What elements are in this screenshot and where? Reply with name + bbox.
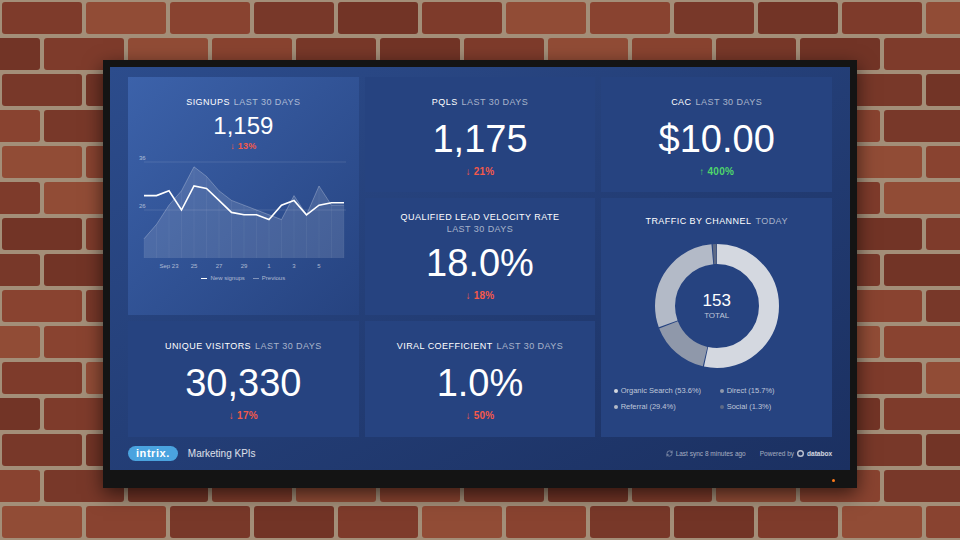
databox-icon xyxy=(797,450,804,457)
signups-chart: 36 26 Sep 23 25 27 29 1 3 5 xyxy=(136,154,350,272)
dashboard-title: Marketing KPIs xyxy=(188,446,256,461)
powered-by: Powered bydatabox xyxy=(760,449,832,459)
card-title: QUALIFIED LEAD VELOCITY RATELAST 30 DAYS xyxy=(401,211,560,235)
svg-text:Sep 23: Sep 23 xyxy=(160,263,180,269)
card-title: CACLAST 30 DAYS xyxy=(671,96,762,108)
kpi-value: 30,330 xyxy=(185,364,301,402)
scene: SIGNUPSLAST 30 DAYS 1,159 ↓ 13% 36 26 Sep 23 2… xyxy=(0,0,960,540)
card-title: SIGNUPSLAST 30 DAYS xyxy=(186,96,300,108)
trend: ↑ 400% xyxy=(699,167,734,177)
signups-value: 1,159 xyxy=(213,114,273,138)
trend: ↓ 17% xyxy=(229,411,258,421)
kpi-card[interactable]: QUALIFIED LEAD VELOCITY RATELAST 30 DAYS… xyxy=(365,198,596,315)
svg-text:36: 36 xyxy=(139,155,146,161)
card-title: TRAFFIC BY CHANNELTODAY xyxy=(645,215,787,227)
svg-text:25: 25 xyxy=(191,263,198,269)
signups-card[interactable]: SIGNUPSLAST 30 DAYS 1,159 ↓ 13% 36 26 Sep 23 2… xyxy=(128,77,359,315)
kpi-card[interactable]: VIRAL COEFFICIENTLAST 30 DAYS 1.0% ↓ 50% xyxy=(365,321,596,437)
traffic-legend: Organic Search (53.6%) Direct (15.7%) Refe… xyxy=(614,385,820,413)
power-light xyxy=(832,479,835,482)
card-title: PQLSLAST 30 DAYS xyxy=(432,96,528,108)
svg-text:5: 5 xyxy=(318,263,322,269)
tv-frame: SIGNUPSLAST 30 DAYS 1,159 ↓ 13% 36 26 Sep 23 2… xyxy=(103,60,857,488)
kpi-value: 1.0% xyxy=(437,364,524,402)
dashboard-screen: SIGNUPSLAST 30 DAYS 1,159 ↓ 13% 36 26 Sep 23 2… xyxy=(110,67,850,470)
dashboard-footer: intrix. Marketing KPIs Last sync 8 minutes… xyxy=(128,437,832,470)
card-title: VIRAL COEFFICIENTLAST 30 DAYS xyxy=(397,340,563,352)
sync-icon xyxy=(666,450,673,457)
svg-text:3: 3 xyxy=(293,263,297,269)
card-title: UNIQUE VISITORSLAST 30 DAYS xyxy=(165,340,322,352)
svg-text:27: 27 xyxy=(216,263,223,269)
legend-item: Organic Search (53.6%) xyxy=(614,385,714,396)
traffic-card[interactable]: TRAFFIC BY CHANNELTODAY153TOTALOrganic S… xyxy=(601,198,832,437)
trend: ↓ 18% xyxy=(465,291,494,301)
kpi-card[interactable]: UNIQUE VISITORSLAST 30 DAYS 30,330 ↓ 17% xyxy=(128,321,359,437)
svg-text:1: 1 xyxy=(268,263,272,269)
kpi-value: 18.0% xyxy=(426,244,534,282)
intrix-logo: intrix. xyxy=(128,446,178,461)
trend: ↓ 50% xyxy=(465,411,494,421)
kpi-card[interactable]: PQLSLAST 30 DAYS 1,175 ↓ 21% xyxy=(365,77,596,192)
legend-item: Referral (29.4%) xyxy=(614,401,714,412)
svg-text:29: 29 xyxy=(241,263,248,269)
legend-item: Social (1.3%) xyxy=(720,401,820,412)
kpi-card[interactable]: CACLAST 30 DAYS $10.00 ↑ 400% xyxy=(601,77,832,192)
svg-text:26: 26 xyxy=(139,203,146,209)
trend: ↓ 13% xyxy=(230,142,256,151)
legend-item: Direct (15.7%) xyxy=(720,385,820,396)
kpi-value: 1,175 xyxy=(432,120,527,158)
traffic-total: 153 xyxy=(702,292,730,309)
previous-area xyxy=(144,167,344,258)
kpi-value: $10.00 xyxy=(659,120,775,158)
sync-status: Last sync 8 minutes ago xyxy=(666,449,746,459)
trend: ↓ 21% xyxy=(465,167,494,177)
chart-legend: New signupsPrevious xyxy=(201,274,285,283)
new-signups-line xyxy=(144,186,344,220)
